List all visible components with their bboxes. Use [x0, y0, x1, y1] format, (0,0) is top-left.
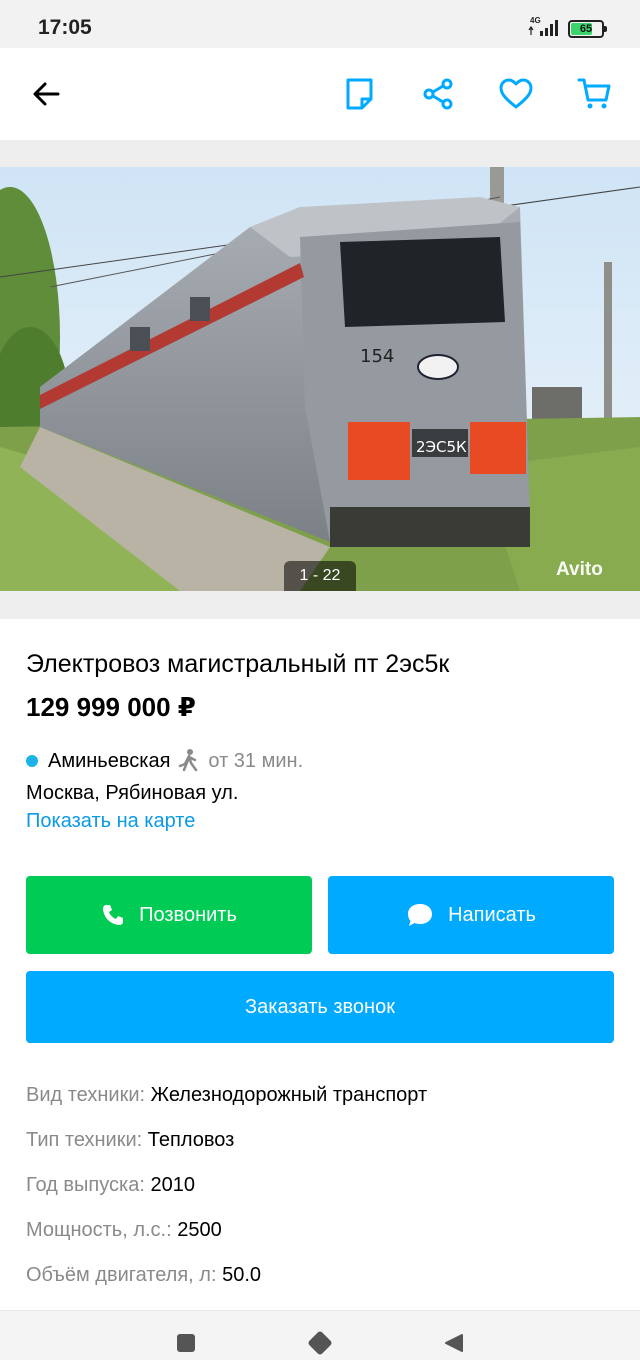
metro-station: Аминьевская: [48, 749, 171, 772]
spec-value: Тепловоз: [147, 1129, 235, 1151]
spec-value: Железнодорожный транспорт: [150, 1084, 428, 1106]
walk-time: от 31 мин.: [208, 749, 304, 772]
call-button-label: Позвонить: [139, 903, 237, 926]
note-icon[interactable]: [338, 72, 382, 116]
system-nav-bar: [0, 1310, 640, 1360]
spec-value: 50.0: [222, 1264, 262, 1286]
battery-level: 65: [579, 23, 593, 35]
listing-price: 129 999 000 ₽: [26, 692, 196, 722]
status-time: 17:05: [38, 16, 92, 39]
spec-row: Вид техники: Железнодорожный транспорт: [26, 1082, 427, 1127]
square-icon[interactable]: [172, 1329, 200, 1357]
triangle-back-icon[interactable]: [440, 1329, 468, 1357]
spec-key: Тип техники:: [26, 1129, 143, 1151]
order-call-button-label: Заказать звонок: [245, 995, 395, 1018]
signal-icon: 4G: [526, 16, 560, 38]
heart-icon[interactable]: [494, 72, 538, 116]
cart-icon[interactable]: [572, 72, 616, 116]
watermark: Avito: [556, 559, 603, 580]
gallery-bottom-padding: [0, 591, 640, 619]
spec-row: Тип техники: Тепловоз: [26, 1127, 427, 1172]
status-bar: 17:05 4G 65: [0, 0, 640, 48]
call-button[interactable]: Позвонить: [26, 876, 312, 954]
diamond-icon[interactable]: [306, 1329, 334, 1357]
listing-title: Электровоз магистральный пт 2эс5к: [26, 650, 450, 678]
share-icon[interactable]: [416, 72, 460, 116]
write-button-label: Написать: [448, 903, 536, 926]
chat-bubble-icon: [408, 904, 433, 926]
spec-key: Год выпуска:: [26, 1174, 145, 1196]
order-call-button[interactable]: Заказать звонок: [26, 971, 614, 1043]
spec-key: Вид техники:: [26, 1084, 146, 1106]
locomotive-model: 2ЭС5К: [416, 438, 467, 456]
photo-counter: 1 - 22: [284, 561, 356, 591]
spec-row: Год выпуска: 2010: [26, 1172, 427, 1217]
spec-value: 2010: [150, 1174, 195, 1196]
spec-row: Мощность, л.с.: 2500: [26, 1217, 427, 1262]
walking-person-icon: [176, 748, 202, 774]
specs-list: Вид техники: Железнодорожный транспорт Ти…: [26, 1082, 427, 1307]
toolbar: [0, 48, 640, 140]
phone-icon: [103, 905, 124, 925]
write-button[interactable]: Написать: [328, 876, 614, 954]
locomotive-number: 154: [360, 346, 394, 367]
spec-value: 2500: [177, 1219, 222, 1241]
network-type: 4G: [530, 16, 541, 25]
address: Москва, Рябиновая ул.: [26, 782, 239, 804]
metro-info: Аминьевская от 31 мин.: [26, 748, 303, 774]
spec-key: Объём двигателя, л:: [26, 1264, 217, 1286]
spec-key: Мощность, л.с.:: [26, 1219, 172, 1241]
show-on-map-link[interactable]: Показать на карте: [26, 810, 195, 833]
listing-photo[interactable]: 154 2ЭС5К: [0, 167, 640, 591]
battery-icon: 65: [568, 20, 607, 38]
spec-row: Объём двигателя, л: 50.0: [26, 1262, 427, 1307]
arrow-left-icon[interactable]: [24, 72, 68, 116]
metro-line-dot: [26, 755, 38, 767]
gallery-top-padding: [0, 140, 640, 167]
